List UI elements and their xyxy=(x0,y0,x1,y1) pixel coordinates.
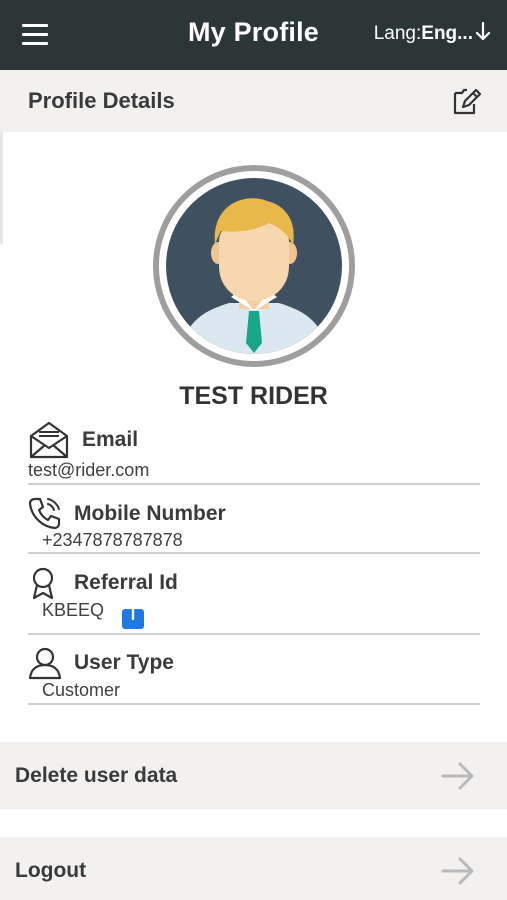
referral-id-value: KBEEQ xyxy=(42,600,105,620)
referral-id-field: Referral Id KBEEQ xyxy=(28,562,480,635)
user-type-field: User Type Customer xyxy=(28,642,480,705)
share-referral-button[interactable] xyxy=(120,600,146,630)
default-male-avatar xyxy=(159,171,349,361)
arrow-right-icon xyxy=(441,762,474,790)
logout-label: Logout xyxy=(15,859,87,882)
email-label: Email xyxy=(82,428,139,451)
profile-details-header: Profile Details xyxy=(0,70,507,132)
phone-icon xyxy=(28,497,61,530)
envelope-icon xyxy=(29,421,69,459)
language-value: Eng... xyxy=(421,23,473,44)
logout-button[interactable]: Logout xyxy=(0,837,507,900)
share-icon xyxy=(122,601,144,629)
language-label: Lang: xyxy=(373,23,422,44)
mobile-number-value: +2347878787878 xyxy=(42,530,183,550)
avatar xyxy=(153,165,355,367)
referral-id-label: Referral Id xyxy=(74,571,178,594)
user-icon xyxy=(28,647,62,680)
user-type-value: Customer xyxy=(42,680,121,700)
mobile-number-label: Mobile Number xyxy=(74,502,226,525)
email-field: Email test@rider.com xyxy=(28,418,480,485)
email-value: test@rider.com xyxy=(28,460,150,480)
edit-profile-button[interactable] xyxy=(449,84,483,118)
language-selector[interactable]: Lang:Eng... xyxy=(373,21,491,45)
mobile-number-field: Mobile Number +2347878787878 xyxy=(28,492,480,554)
delete-user-data-label: Delete user data xyxy=(15,764,178,787)
app-bar: My Profile Lang:Eng... xyxy=(0,0,507,70)
arrow-right-icon xyxy=(441,857,474,885)
award-ribbon-icon xyxy=(32,567,54,600)
user-name: TEST RIDER xyxy=(179,382,328,410)
edit-document-icon xyxy=(453,88,482,115)
delete-user-data-button[interactable]: Delete user data xyxy=(0,742,507,809)
profile-details-title: Profile Details xyxy=(28,88,175,113)
side-edge xyxy=(0,132,3,244)
user-type-label: User Type xyxy=(74,651,174,674)
arrow-down-icon xyxy=(475,21,491,41)
